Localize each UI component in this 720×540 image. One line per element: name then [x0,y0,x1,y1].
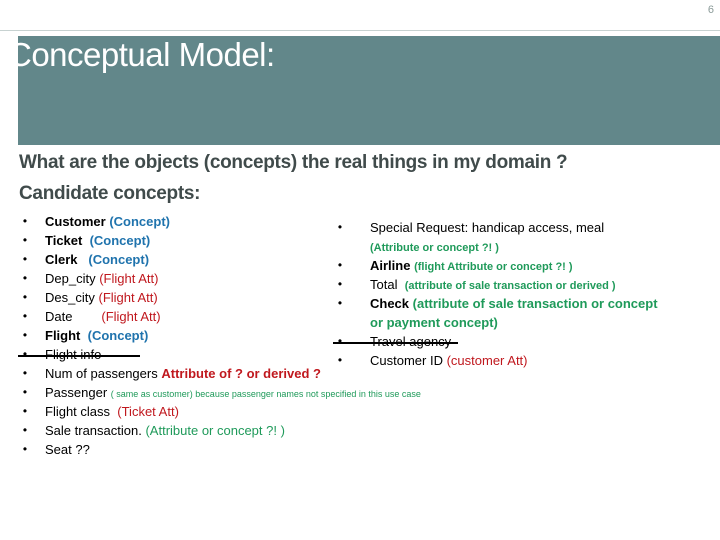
bullet: • [22,214,28,228]
list-item: • Dep_city (Flight Att) [20,269,340,288]
bullet: • [22,385,28,399]
item-label: Customer ID [370,353,443,368]
item-label: Flight info [45,347,102,362]
item-label: Date [45,309,73,324]
list-item: • Num of passengers Attribute of ? or de… [20,364,340,383]
list-item: • Flight class (Ticket Att) [20,402,340,421]
item-note: ( same as customer) because passenger na… [110,389,421,399]
item-label: Passenger [45,385,108,400]
list-item: • Special Request: handicap access, meal [335,218,715,237]
header-divider [0,30,720,31]
list-item: • Customer (Concept) [20,212,340,231]
item-label: Total [370,277,398,292]
item-label: Num of passengers [45,366,158,381]
list-item: • Flight (Concept) [20,326,340,345]
item-label: Travel agency [370,334,452,349]
item-label: Airline [370,258,411,273]
list-item: • Seat ?? [20,440,340,459]
item-note: (Flight Att) [99,271,159,286]
bullet: • [22,404,28,418]
item-label: Ticket [45,233,83,248]
bullet: • [337,220,343,234]
item-note: (Flight Att) [98,290,158,305]
bullet: • [22,252,28,266]
bullet: • [22,423,28,437]
item-label: Special Request: handicap access, meal [370,220,605,235]
item-label: Flight [45,328,81,343]
item-label: Sale transaction. [45,423,142,438]
item-label: Clerk [45,252,78,267]
bullet: • [22,328,28,342]
bullet: • [337,353,343,367]
item-note: (Attribute or concept ?! ) [145,423,285,438]
bullet: • [22,271,28,285]
list-item: • Customer ID (customer Att) [335,351,715,370]
item-note: Attribute of ? or derived ? [161,366,321,381]
list-item: • Ticket (Concept) [20,231,340,250]
bullet: • [337,277,343,291]
list-item-struck: • Flight info [18,345,340,364]
item-note: (Concept) [87,328,149,343]
page-number: 6 [707,4,714,16]
bullet: • [337,296,343,310]
list-item: • Sale transaction. (Attribute or concep… [20,421,340,440]
list-item-continuation: (Attribute or concept ?! ) [335,237,715,256]
left-concept-list: • Customer (Concept) • Ticket (Concept) … [18,212,421,459]
item-label: Des_city [45,290,95,305]
item-label: Seat ?? [45,442,90,457]
list-item: • Total (attribute of sale transaction o… [335,275,715,294]
item-note: (attribute of sale transaction or derive… [404,280,616,292]
item-note: (Flight Att) [101,309,161,324]
item-label: Flight class [45,404,111,419]
bullet: • [22,366,28,380]
item-label: Customer [45,214,106,229]
item-note: (Concept) [109,214,170,229]
bullet: • [337,258,343,272]
list-item: • Clerk (Concept) [20,250,340,269]
item-note: (customer Att) [446,353,528,368]
list-item: • Date (Flight Att) [20,307,340,326]
list-item-struck: • Travel agency [333,332,715,351]
list-item: • Airline (flight Attribute or concept ?… [335,256,715,275]
list-item-continuation: or payment concept) [335,313,715,332]
item-note: (Ticket Att) [117,404,179,419]
right-concept-list: • Special Request: handicap access, meal… [333,218,715,370]
item-note: (Concept) [89,233,151,248]
bullet: • [22,233,28,247]
list-item: • Passenger ( same as customer) because … [20,383,421,402]
item-note-continued: or payment concept) [370,315,498,330]
item-label: Check [370,296,410,311]
item-note: (Concept) [88,252,150,267]
list-item: • Check (attribute of sale transaction o… [335,294,715,313]
domain-question: What are the objects (concepts) the real… [19,152,568,173]
slide-title: Conceptual Model: [8,36,275,73]
list-item: • Des_city (Flight Att) [20,288,340,307]
item-note: (flight Attribute or concept ?! ) [414,261,573,273]
item-note: (Attribute or concept ?! ) [370,242,499,254]
bullet: • [337,334,343,348]
bullet: • [22,442,28,456]
item-label: Dep_city [45,271,96,286]
candidate-concepts-heading: Candidate concepts: [19,183,201,204]
item-note: (attribute of sale transaction or concep… [412,296,658,311]
bullet: • [22,309,28,323]
bullet: • [22,347,28,361]
bullet: • [22,290,28,304]
